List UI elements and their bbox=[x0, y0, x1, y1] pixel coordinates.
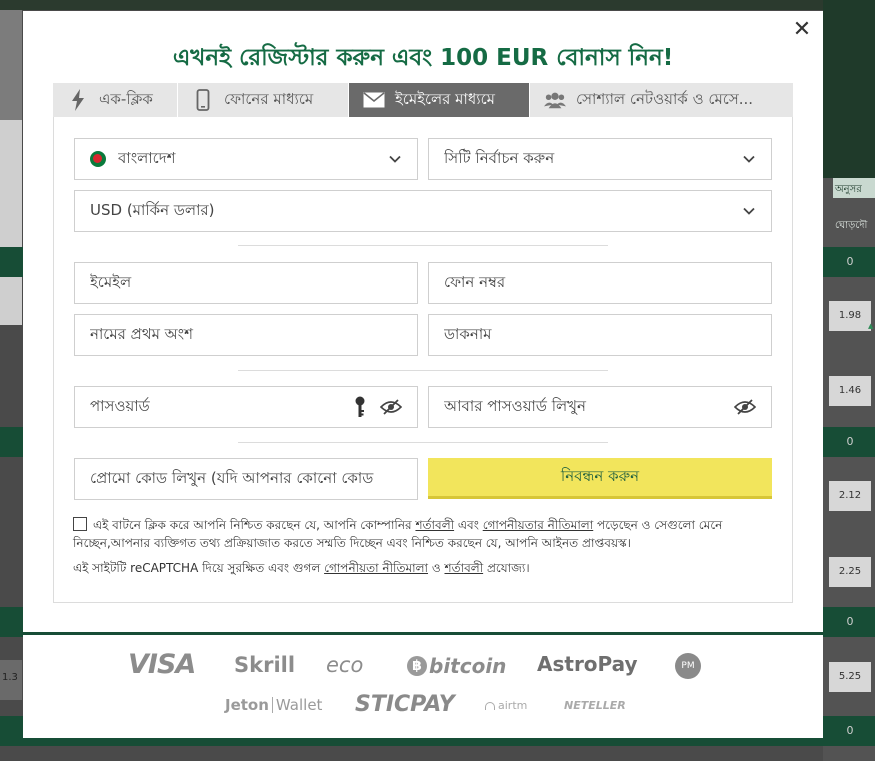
modal-title: এখনই রেজিস্টার করুন এবং 100 EUR বোনাস নি… bbox=[172, 45, 674, 71]
up-arrow-icon: ▲ bbox=[868, 322, 874, 330]
chevron-down-icon bbox=[389, 155, 401, 163]
phone-number-input[interactable]: ফোন নম্বর bbox=[428, 262, 772, 304]
key-icon[interactable] bbox=[354, 396, 366, 418]
repeat-password-input[interactable]: আবার পাসওয়ার্ড লিখুন bbox=[428, 386, 772, 428]
terms-link[interactable]: শর্তাবলী bbox=[415, 518, 454, 532]
perfect-money-logo: PM bbox=[675, 653, 701, 679]
bg-odd-value[interactable]: 1.46 bbox=[829, 376, 871, 406]
payments-separator bbox=[23, 632, 823, 635]
registration-modal: ✕ এখনই রেজিস্টার করুন এবং 100 EUR বোনাস … bbox=[23, 11, 823, 738]
bg-left-odd: 1.3 bbox=[0, 660, 22, 700]
password-input[interactable]: পাসওয়ার্ড bbox=[74, 386, 418, 428]
bg-zero-label: 0 bbox=[846, 255, 854, 268]
email-input[interactable]: ইমেইল bbox=[74, 262, 418, 304]
neteller-logo: NETELLER bbox=[564, 699, 626, 712]
tab-label: ইমেইলের মাধ্যমে bbox=[395, 89, 495, 108]
tab-one-click[interactable]: এক-ক্লিক bbox=[53, 83, 178, 117]
privacy-policy-link[interactable]: গোপনীয়তার নীতিমালা bbox=[483, 518, 594, 532]
agree-checkbox[interactable] bbox=[73, 517, 87, 531]
tab-social-networks[interactable]: সোশ্যাল নেটওয়ার্ক ও মেসে... bbox=[530, 83, 793, 117]
visa-logo: VISA bbox=[128, 649, 196, 680]
register-button[interactable]: নিবন্ধন করুন bbox=[428, 458, 772, 499]
bg-hero-banner bbox=[823, 0, 875, 178]
users-icon bbox=[544, 89, 566, 111]
tab-label: সোশ্যাল নেটওয়ার্ক ও মেসে... bbox=[576, 89, 754, 108]
currency-select[interactable]: USD (মার্কিন ডলার) bbox=[74, 190, 772, 232]
first-name-input[interactable]: নামের প্রথম অংশ bbox=[74, 314, 418, 356]
close-button[interactable]: ✕ bbox=[791, 19, 813, 41]
eye-slash-icon[interactable] bbox=[734, 399, 756, 415]
phone-icon bbox=[192, 89, 214, 111]
google-terms-link[interactable]: শর্তাবলী bbox=[444, 561, 483, 575]
nickname-input[interactable]: ডাকনাম bbox=[428, 314, 772, 356]
skrill-logo: Skrill bbox=[234, 653, 296, 677]
section-divider bbox=[238, 245, 608, 246]
bangladesh-flag-icon bbox=[90, 151, 106, 167]
airtm-logo: airtm bbox=[485, 699, 527, 712]
bg-odd-value[interactable]: 2.25 bbox=[829, 557, 871, 587]
promo-code-input[interactable]: প্রোমো কোড লিখুন (যদি আপনার কোনো কোড bbox=[74, 458, 418, 500]
eco-logo: eco bbox=[326, 653, 364, 677]
registration-tabs: এক-ক্লিক ফোনের মাধ্যমে ইমেইলের মাধ্যমে স… bbox=[53, 83, 793, 117]
tab-by-email[interactable]: ইমেইলের মাধ্যমে bbox=[349, 83, 530, 117]
bg-top-bar bbox=[0, 0, 875, 10]
google-privacy-link[interactable]: গোপনীয়তা নীতিমালা bbox=[324, 561, 428, 575]
bg-odd-value[interactable]: 1.98 bbox=[829, 301, 871, 331]
sticpay-logo: STICPAY bbox=[355, 692, 455, 717]
airtm-icon bbox=[485, 701, 495, 710]
bg-follow-tag: অনুসর bbox=[833, 178, 875, 198]
section-divider bbox=[238, 442, 608, 443]
recaptcha-notice: এই সাইটটি reCAPTCHA দিয়ে সুরক্ষিত এবং গ… bbox=[73, 561, 530, 575]
city-select[interactable]: সিটি নির্বাচন করুন bbox=[428, 138, 772, 180]
tab-label: ফোনের মাধ্যমে bbox=[224, 89, 314, 108]
bg-zero-label: 0 bbox=[846, 615, 854, 628]
bg-odd-value[interactable]: 2.12 bbox=[829, 481, 871, 511]
bg-horse-racing-tag: ঘোড়দৌ bbox=[835, 220, 868, 231]
country-select[interactable]: বাংলাদেশ bbox=[74, 138, 418, 180]
bitcoin-logo: ฿ bitcoin bbox=[407, 654, 506, 678]
bitcoin-icon: ฿ bbox=[407, 656, 427, 676]
chevron-down-icon bbox=[743, 207, 755, 215]
envelope-icon bbox=[363, 89, 385, 111]
bg-zero-label: 0 bbox=[846, 435, 854, 448]
tab-label: এক-ক্লিক bbox=[99, 89, 153, 108]
tab-by-phone[interactable]: ফোনের মাধ্যমে bbox=[178, 83, 349, 117]
bg-zero-label: 0 bbox=[846, 724, 854, 737]
bg-odd-value[interactable]: 5.25 bbox=[829, 662, 871, 692]
eye-slash-icon[interactable] bbox=[380, 399, 402, 415]
lightning-icon bbox=[67, 89, 89, 111]
chevron-down-icon bbox=[743, 155, 755, 163]
terms-agreement: এই বাটনে ক্লিক করে আপনি নিশ্চিত করছেন যে… bbox=[73, 517, 723, 550]
astropay-logo: AstroPay bbox=[537, 652, 638, 676]
jeton-wallet-logo: Jeton Wallet bbox=[225, 696, 323, 714]
section-divider bbox=[238, 370, 608, 371]
